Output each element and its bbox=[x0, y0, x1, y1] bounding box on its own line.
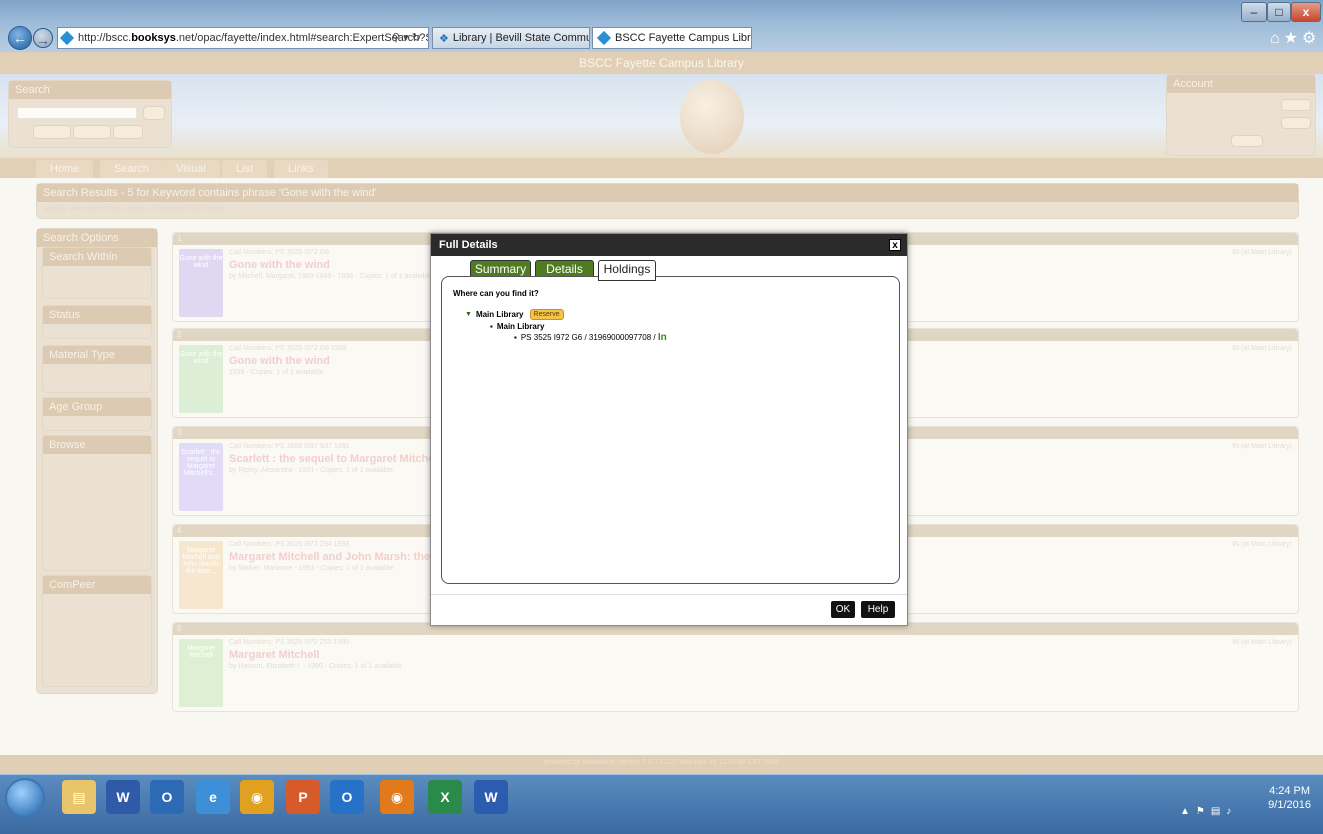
reserve-button[interactable]: Reserve bbox=[529, 309, 564, 320]
star-icon[interactable]: ★ bbox=[1284, 30, 1302, 47]
close-window-button[interactable]: x bbox=[1291, 2, 1321, 22]
maximize-button[interactable]: □ bbox=[1267, 2, 1291, 22]
gear-icon[interactable]: ⚙ bbox=[1302, 30, 1320, 47]
home-icon[interactable]: ⌂ bbox=[1270, 30, 1284, 47]
word-viewer-icon[interactable]: W bbox=[106, 780, 140, 814]
toolbar-icons[interactable]: ⌂★⚙ bbox=[1270, 28, 1320, 48]
forward-arrow-icon: → bbox=[36, 32, 50, 48]
holding-call-barcode: PS 3525 I972 G6 / 31969000097708 / bbox=[520, 333, 658, 342]
word-icon[interactable]: W bbox=[474, 780, 508, 814]
dialog-title: Full Details bbox=[431, 234, 907, 256]
address-text: http://bscc.booksys.net/opac/fayette/ind… bbox=[78, 32, 429, 44]
sublocation-node: ▪ Main Library bbox=[490, 322, 545, 331]
minimize-button[interactable]: – bbox=[1241, 2, 1267, 22]
ok-button[interactable]: OK bbox=[831, 601, 855, 618]
clock-date: 9/1/2016 bbox=[1268, 799, 1311, 811]
full-details-dialog: Full Details x Summary Details Holdings … bbox=[430, 233, 908, 626]
site-icon bbox=[59, 30, 75, 46]
file-explorer-icon[interactable]: ▤ bbox=[62, 780, 96, 814]
holding-status: In bbox=[657, 332, 667, 343]
outlook-icon[interactable]: O bbox=[150, 780, 184, 814]
start-button[interactable] bbox=[5, 778, 45, 818]
browser-nav-row: ← → http://bscc.booksys.net/opac/fayette… bbox=[0, 24, 1323, 52]
window-titlebar: – □ x bbox=[0, 0, 1323, 24]
firefox-icon[interactable]: ◉ bbox=[380, 780, 414, 814]
back-button[interactable]: ← bbox=[8, 26, 32, 50]
tab-holdings[interactable]: Holdings bbox=[598, 260, 656, 281]
location-tree-node[interactable]: ▼ Main Library Reserve bbox=[465, 309, 564, 320]
tray-icons[interactable]: ▲⚑▤♪ bbox=[1180, 806, 1237, 817]
tab-label: Library | Bevill State Communit... bbox=[452, 32, 590, 44]
taskbar-clock[interactable]: 4:24 PM 9/1/2016 bbox=[1268, 784, 1311, 812]
tab-favicon-icon bbox=[596, 30, 612, 46]
holding-item: ▪ PS 3525 I972 G6 / 31969000097708 / In bbox=[514, 332, 667, 343]
back-arrow-icon: ← bbox=[13, 30, 27, 46]
excel-icon[interactable]: X bbox=[428, 780, 462, 814]
tab-favicon-icon: ❖ bbox=[439, 32, 449, 45]
holdings-panel: Where can you find it? ▼ Main Library Re… bbox=[441, 276, 900, 584]
sublocation-name: Main Library bbox=[496, 322, 545, 331]
internet-explorer-icon[interactable]: e bbox=[196, 780, 230, 814]
expand-triangle-icon[interactable]: ▼ bbox=[465, 311, 472, 318]
address-bar[interactable]: http://bscc.booksys.net/opac/fayette/ind… bbox=[57, 27, 429, 49]
outlook-mail-icon[interactable]: O bbox=[330, 780, 364, 814]
tab-bscc-fayette[interactable]: BSCC Fayette Campus Library × bbox=[592, 27, 752, 49]
dialog-close-button[interactable]: x bbox=[889, 239, 901, 251]
help-button[interactable]: Help bbox=[861, 601, 895, 618]
tab-label: BSCC Fayette Campus Library bbox=[615, 32, 752, 44]
location-name: Main Library bbox=[475, 310, 524, 319]
tab-library-bevill[interactable]: ❖ Library | Bevill State Communit... bbox=[432, 27, 590, 49]
dialog-footer-divider bbox=[431, 594, 907, 595]
forward-button[interactable]: → bbox=[33, 28, 53, 48]
powerpoint-icon[interactable]: P bbox=[286, 780, 320, 814]
clock-time: 4:24 PM bbox=[1269, 785, 1311, 797]
search-refresh-icons[interactable]: ⚲ ▾ ↻ bbox=[392, 31, 421, 44]
chrome-icon[interactable]: ◉ bbox=[240, 780, 274, 814]
where-label: Where can you find it? bbox=[453, 289, 539, 298]
